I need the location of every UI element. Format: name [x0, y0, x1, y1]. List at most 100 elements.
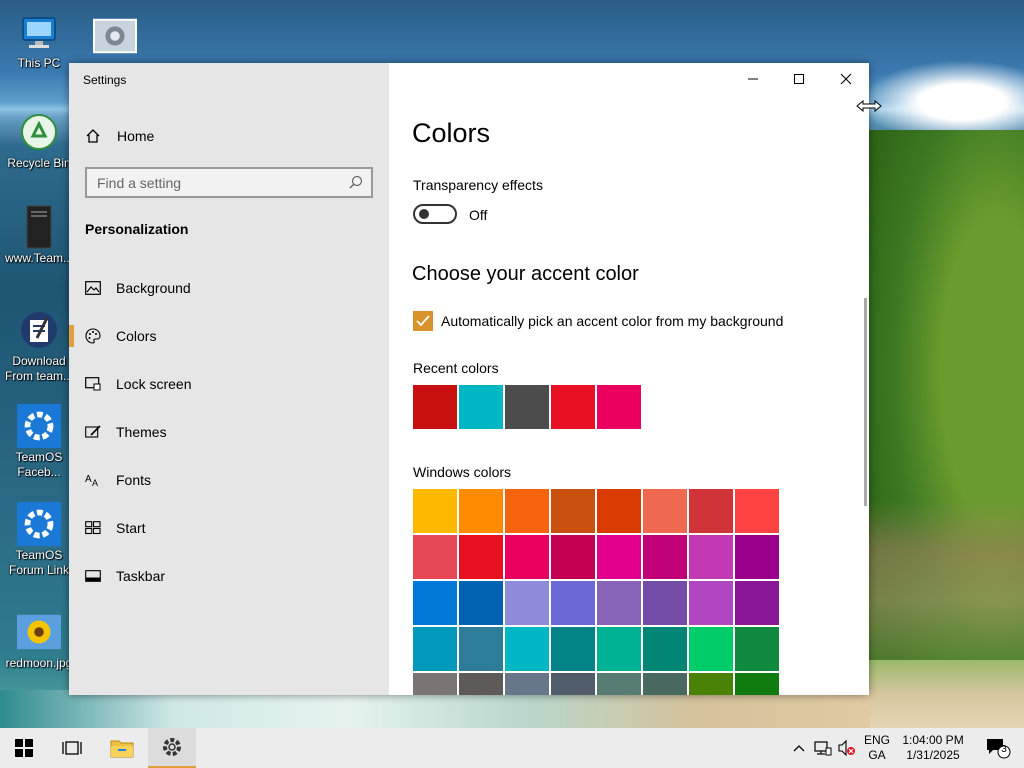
content-scrollbar[interactable] [864, 298, 867, 506]
settings-taskbar-button[interactable] [148, 728, 196, 768]
transparency-toggle[interactable] [413, 204, 457, 224]
windows-color-swatch[interactable] [735, 627, 779, 671]
maximize-button[interactable] [776, 63, 822, 95]
windows-color-swatch[interactable] [689, 581, 733, 625]
sidebar-item-themes[interactable]: Themes [69, 412, 389, 452]
windows-color-swatch[interactable] [689, 489, 733, 533]
search-icon[interactable] [349, 175, 363, 189]
sidebar-item-start[interactable]: Start [69, 508, 389, 548]
font-icon: AA [84, 471, 102, 489]
windows-color-swatch[interactable] [459, 673, 503, 695]
recent-color-swatch[interactable] [459, 385, 503, 429]
action-center-button[interactable]: 3 [978, 728, 1018, 768]
windows-color-swatch[interactable] [643, 489, 687, 533]
windows-color-swatch[interactable] [643, 535, 687, 579]
windows-color-swatch[interactable] [551, 535, 595, 579]
desktop-icon-team-link[interactable]: www.Team... [4, 205, 74, 266]
desktop-icon-download[interactable]: Download From team... [4, 308, 74, 384]
lock-screen-icon [84, 375, 102, 393]
windows-color-swatch[interactable] [597, 535, 641, 579]
windows-color-swatch[interactable] [459, 627, 503, 671]
language-indicator[interactable]: ENG GA [860, 733, 894, 763]
palette-icon [84, 327, 102, 345]
sidebar-item-label: Colors [116, 328, 157, 344]
windows-color-swatch[interactable] [735, 535, 779, 579]
search-input[interactable] [87, 169, 347, 196]
windows-color-swatch[interactable] [597, 581, 641, 625]
windows-color-swatch[interactable] [413, 535, 457, 579]
windows-color-swatch[interactable] [735, 581, 779, 625]
desktop-icon-label: This PC [17, 56, 61, 70]
windows-color-swatch[interactable] [735, 489, 779, 533]
show-hidden-icons-button[interactable] [788, 728, 810, 768]
start-icon [84, 519, 102, 537]
recent-colors-label: Recent colors [413, 360, 499, 376]
windows-color-swatch[interactable] [505, 627, 549, 671]
windows-color-swatch[interactable] [689, 627, 733, 671]
chevron-up-icon [793, 745, 805, 752]
windows-color-swatch[interactable] [459, 535, 503, 579]
wallpaper-houses [868, 500, 1024, 670]
recent-color-swatch[interactable] [413, 385, 457, 429]
windows-color-swatch[interactable] [551, 627, 595, 671]
auto-accent-checkbox[interactable] [413, 311, 433, 331]
wallpaper-beach [868, 660, 1024, 728]
windows-color-swatch[interactable] [413, 489, 457, 533]
maximize-icon [794, 74, 804, 84]
windows-color-swatch[interactable] [413, 581, 457, 625]
windows-color-swatch[interactable] [597, 627, 641, 671]
windows-color-swatch[interactable] [413, 673, 457, 695]
desktop-icon-teamos-facebook[interactable]: TeamOS Faceb... [4, 404, 74, 480]
recent-color-swatch[interactable] [505, 385, 549, 429]
desktop-icon-this-pc[interactable]: This PC [4, 10, 74, 71]
windows-color-swatch[interactable] [505, 673, 549, 695]
windows-color-swatch[interactable] [505, 535, 549, 579]
window-title: Settings [83, 73, 127, 87]
task-view-button[interactable] [48, 728, 96, 768]
windows-color-swatch[interactable] [643, 581, 687, 625]
desktop-icon-teamos-forum[interactable]: TeamOS Forum Link [4, 502, 74, 578]
close-button[interactable] [823, 63, 869, 95]
sidebar-item-colors[interactable]: Colors [69, 316, 389, 356]
sidebar-item-lock-screen[interactable]: Lock screen [69, 364, 389, 404]
recent-color-swatch[interactable] [597, 385, 641, 429]
clock[interactable]: 1:04:00 PM 1/31/2025 [896, 733, 970, 763]
sunflower-image-icon [17, 610, 61, 654]
windows-color-swatch[interactable] [505, 489, 549, 533]
network-button[interactable] [812, 728, 834, 768]
sidebar-item-taskbar[interactable]: Taskbar [69, 556, 389, 596]
desktop-icon-redmoon[interactable]: redmoon.jpg [4, 610, 74, 671]
start-button[interactable] [0, 728, 48, 768]
taskbar-icon [84, 567, 102, 585]
sidebar-item-label: Start [116, 520, 146, 536]
language-line: GA [868, 748, 886, 762]
sidebar-item-fonts[interactable]: AA Fonts [69, 460, 389, 500]
windows-color-swatch[interactable] [597, 673, 641, 695]
windows-color-swatch[interactable] [689, 673, 733, 695]
windows-color-swatch[interactable] [643, 627, 687, 671]
windows-color-swatch[interactable] [459, 581, 503, 625]
sidebar-item-label: Themes [116, 424, 167, 440]
clock-date: 1/31/2025 [906, 748, 960, 762]
volume-button[interactable] [836, 728, 858, 768]
desktop-icon-recycle-bin[interactable]: Recycle Bin [4, 110, 74, 171]
windows-color-swatch[interactable] [735, 673, 779, 695]
windows-color-swatch[interactable] [551, 673, 595, 695]
desktop-icon-image[interactable] [80, 14, 150, 58]
windows-color-swatch[interactable] [643, 673, 687, 695]
desktop-icon-label: www.Team... [4, 251, 73, 265]
task-view-icon [62, 741, 82, 755]
windows-color-swatch[interactable] [551, 489, 595, 533]
windows-color-swatch[interactable] [459, 489, 503, 533]
sidebar-item-home[interactable]: Home [69, 116, 389, 156]
windows-color-swatch[interactable] [413, 627, 457, 671]
file-explorer-button[interactable] [98, 728, 146, 768]
auto-accent-label: Automatically pick an accent color from … [441, 313, 784, 329]
windows-color-swatch[interactable] [505, 581, 549, 625]
recent-color-swatch[interactable] [551, 385, 595, 429]
windows-color-swatch[interactable] [551, 581, 595, 625]
minimize-button[interactable] [730, 63, 776, 95]
windows-color-swatch[interactable] [689, 535, 733, 579]
windows-color-swatch[interactable] [597, 489, 641, 533]
sidebar-item-background[interactable]: Background [69, 268, 389, 308]
